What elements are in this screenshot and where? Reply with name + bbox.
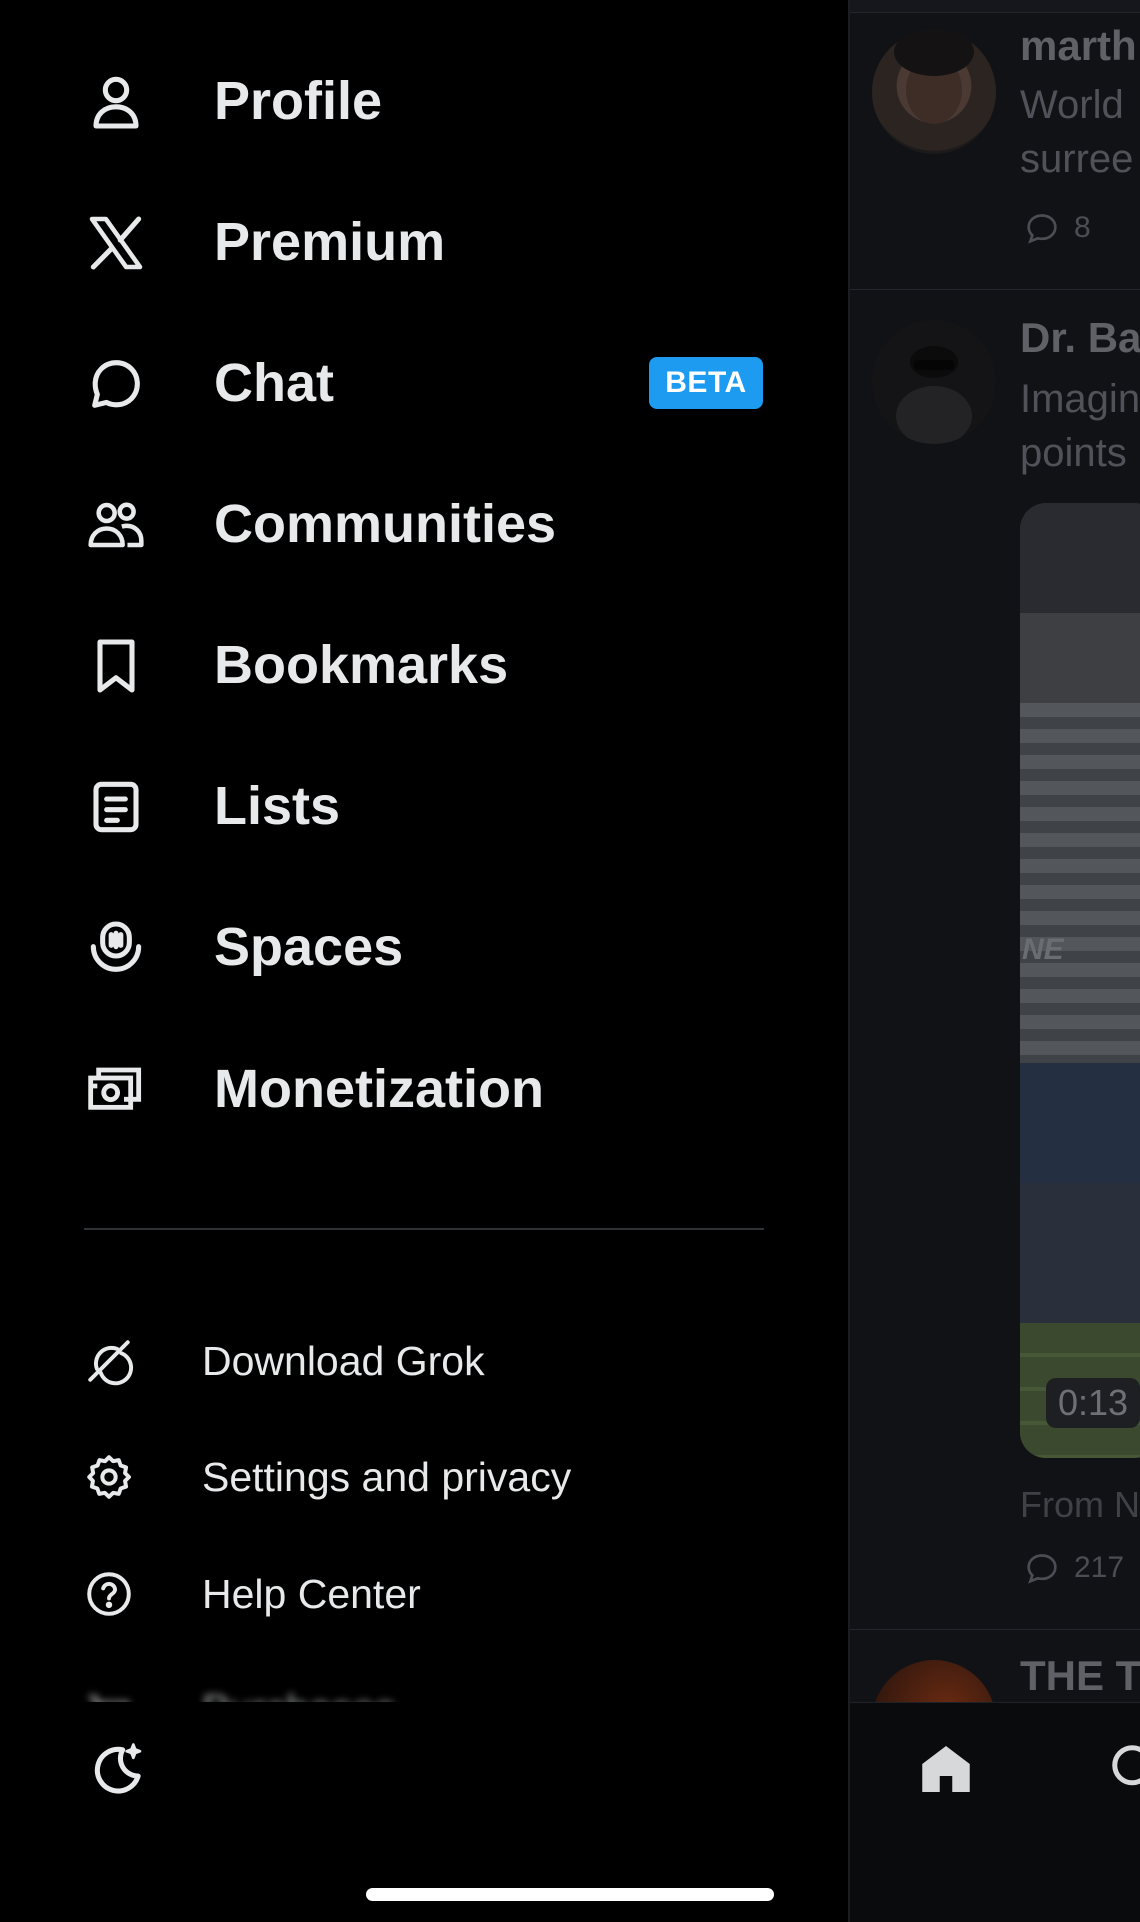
- search-icon: [1112, 1745, 1140, 1786]
- post-text-line: points: [1020, 431, 1127, 475]
- theme-toggle-button[interactable]: [84, 1736, 148, 1800]
- nav-item-label: Chat: [214, 353, 334, 413]
- nav-item-communities[interactable]: Communities: [0, 463, 848, 583]
- avatar[interactable]: [872, 30, 996, 154]
- feed-post[interactable]: THE T: [848, 1630, 1140, 1784]
- reply-count-value: 217: [1074, 1551, 1125, 1584]
- avatar[interactable]: [872, 320, 996, 444]
- nav-item-label: Bookmarks: [214, 635, 509, 695]
- reply-icon: [1027, 214, 1057, 244]
- menu-item-label: Help Center: [202, 1571, 421, 1617]
- menu-item-help-center[interactable]: Help Center: [0, 1545, 848, 1641]
- gear-icon: [84, 1452, 134, 1502]
- nav-item-bookmarks[interactable]: Bookmarks: [0, 604, 848, 724]
- bottom-tab-bar: [848, 1702, 1140, 1922]
- list-icon: [84, 775, 148, 839]
- home-tab[interactable]: [916, 1739, 976, 1799]
- home-icon: [922, 1746, 970, 1792]
- beta-badge: BETA: [649, 357, 763, 409]
- nav-item-premium[interactable]: Premium: [0, 181, 848, 301]
- nav-item-profile[interactable]: Profile: [0, 40, 848, 160]
- reply-count-value: 8: [1074, 211, 1091, 244]
- post-handle[interactable]: marth: [1020, 22, 1137, 70]
- menu-divider: [84, 1228, 764, 1230]
- post-text-line: World: [1020, 83, 1124, 127]
- post-source: From N: [1020, 1484, 1140, 1525]
- reply-icon: [1027, 1554, 1057, 1584]
- moon-sparkle-icon: [84, 1736, 148, 1800]
- person-icon: [84, 70, 148, 134]
- post-text-line: surree: [1020, 137, 1134, 181]
- side-drawer: Profile Premium Chat BETA Communities Bo…: [0, 0, 850, 1922]
- nav-item-lists[interactable]: Lists: [0, 745, 848, 865]
- menu-item-download-grok[interactable]: Download Grok: [0, 1312, 848, 1408]
- chat-bubble-icon: [84, 352, 148, 416]
- nav-item-label: Profile: [214, 71, 383, 131]
- money-icon: [84, 1058, 148, 1122]
- x-logo-icon: [84, 211, 148, 275]
- background-feed: marth World surree 8 Dr. Ba Imagin point…: [848, 0, 1140, 1922]
- help-icon: [84, 1569, 134, 1619]
- nav-item-label: Premium: [214, 212, 446, 272]
- search-tab[interactable]: [1106, 1739, 1140, 1799]
- post-handle[interactable]: Dr. Ba: [1020, 314, 1140, 362]
- menu-item-label: Settings and privacy: [202, 1454, 572, 1500]
- reply-count[interactable]: 8: [1022, 208, 1091, 248]
- reply-count[interactable]: 217: [1022, 1548, 1124, 1588]
- nav-item-label: Lists: [214, 776, 341, 836]
- post-handle[interactable]: THE T: [1020, 1652, 1140, 1700]
- nav-item-monetization[interactable]: Monetization: [0, 1028, 848, 1148]
- nav-item-spaces[interactable]: Spaces: [0, 886, 848, 1006]
- home-indicator: [366, 1888, 774, 1901]
- feed-post[interactable]: marth World surree 8: [848, 0, 1140, 290]
- menu-item-settings-privacy[interactable]: Settings and privacy: [0, 1428, 848, 1524]
- menu-item-label: Download Grok: [202, 1338, 485, 1384]
- video-thumbnail[interactable]: NE 0:13: [1020, 503, 1140, 1458]
- video-overlay-text: NE: [1022, 933, 1064, 966]
- spaces-icon: [84, 916, 148, 980]
- nav-item-label: Communities: [214, 494, 557, 554]
- post-text-line: Imagin: [1020, 377, 1140, 421]
- feed-post[interactable]: Dr. Ba Imagin points NE 0:13 From N 217: [848, 290, 1140, 1630]
- nav-item-label: Monetization: [214, 1059, 544, 1119]
- bookmark-icon: [84, 634, 148, 698]
- nav-item-label: Spaces: [214, 917, 404, 977]
- communities-icon: [84, 493, 148, 557]
- grok-icon: [84, 1336, 134, 1386]
- video-duration: 0:13: [1046, 1378, 1140, 1428]
